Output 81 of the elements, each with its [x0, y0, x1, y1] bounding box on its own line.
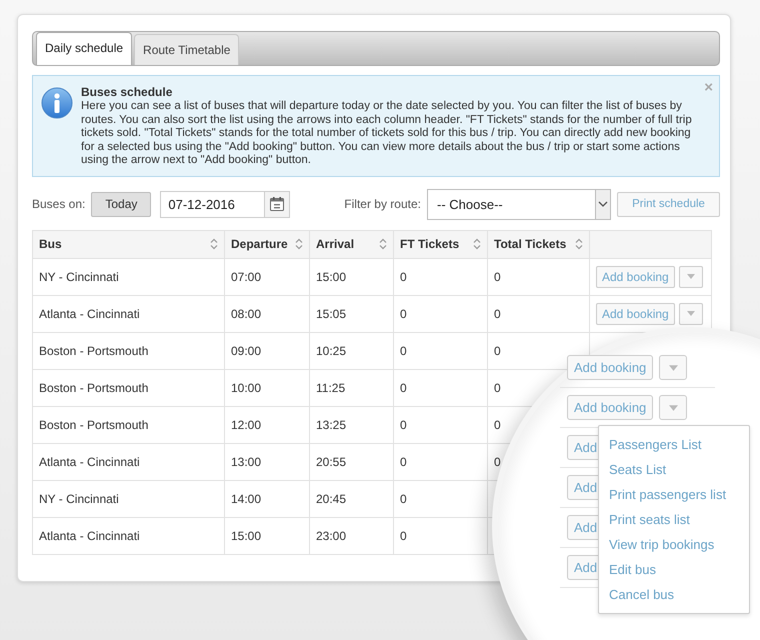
- add-booking-button[interactable]: Add booking: [567, 395, 654, 420]
- table-cell: NY - Cincinnati: [32, 480, 224, 517]
- column-header[interactable]: Departure: [224, 230, 310, 258]
- sort-icon: [295, 238, 303, 250]
- add-booking-button[interactable]: Add: [567, 515, 600, 540]
- add-booking-button[interactable]: Add booking: [567, 355, 654, 380]
- caret-icon: [686, 311, 695, 316]
- info-icon: [41, 87, 73, 119]
- table-cell: 07:00: [224, 258, 310, 295]
- column-header[interactable]: Bus: [32, 230, 224, 258]
- print-schedule-button[interactable]: Print schedule: [617, 192, 720, 216]
- sort-icon: [210, 238, 218, 250]
- caret-icon: [668, 364, 678, 370]
- table-cell: 0: [394, 443, 488, 480]
- table-cell: 0: [394, 258, 488, 295]
- today-button[interactable]: Today: [91, 192, 152, 216]
- table-cell: 13:25: [310, 406, 394, 443]
- menu-item[interactable]: Seats List: [609, 457, 744, 482]
- table-cell: Boston - Portsmouth: [32, 406, 224, 443]
- menu-item[interactable]: Edit bus: [609, 557, 744, 582]
- table-cell: 0: [394, 406, 488, 443]
- column-header[interactable]: Arrival: [310, 230, 394, 258]
- table-cell: 0: [488, 258, 590, 295]
- table-cell: 0: [394, 332, 488, 369]
- table-cell: 10:25: [310, 332, 394, 369]
- column-header[interactable]: Total Tickets: [488, 230, 590, 258]
- table-cell: 14:00: [224, 480, 310, 517]
- table-cell: 12:00: [224, 406, 310, 443]
- dropdown-button[interactable]: [659, 395, 688, 420]
- table-cell: 15:05: [310, 295, 394, 332]
- table-cell: 20:45: [310, 480, 394, 517]
- menu-item[interactable]: Print seats list: [609, 507, 744, 532]
- info-title: Buses schedule: [81, 85, 174, 99]
- sort-icon: [379, 238, 387, 250]
- table-cell: 0: [394, 480, 488, 517]
- caret-icon: [686, 274, 695, 279]
- calendar-button[interactable]: [264, 190, 290, 218]
- table-cell: Boston - Portsmouth: [32, 369, 224, 406]
- column-header[interactable]: FT Tickets: [394, 230, 488, 258]
- close-button[interactable]: ×: [704, 80, 713, 96]
- table-cell: 10:00: [224, 369, 310, 406]
- add-booking-button[interactable]: Add: [567, 475, 600, 500]
- date-field[interactable]: 07-12-2016: [160, 190, 264, 218]
- table-cell: 20:55: [310, 443, 394, 480]
- tab[interactable]: Daily schedule: [36, 32, 132, 65]
- info-text: Here you can see a list of buses that will departure today or the date selected by you. You can filter the list of buses by routes. You can also sort the list using the arrows into each column header. "FT Tickets" stands for the number of full trip tickets sold. "Total Tickets" stands for the total number of tickets sold for this bus / trip. You can directly add new booking for a selected bus using the "Add booking" button. You can view more details about the bus / trip or start some actions using the arrow next to "Add booking" button.: [81, 100, 693, 168]
- table-cell: 0: [394, 369, 488, 406]
- dropdown-button[interactable]: [678, 302, 703, 324]
- sort-icon: [575, 238, 583, 250]
- menu-item[interactable]: View trip bookings: [609, 532, 744, 557]
- table-cell: 15:00: [224, 517, 310, 554]
- table-cell: Atlanta - Cincinnati: [32, 517, 224, 554]
- caret-icon: [668, 404, 678, 410]
- table-cell: NY - Cincinnati: [32, 258, 224, 295]
- buses-on-label: Buses on:: [32, 197, 86, 211]
- table-cell: 08:00: [224, 295, 310, 332]
- table-cell: 23:00: [310, 517, 394, 554]
- menu-item[interactable]: Passengers List: [609, 432, 744, 457]
- dropdown-button[interactable]: [659, 355, 688, 380]
- table-cell: Atlanta - Cincinnati: [32, 295, 224, 332]
- add-booking-button[interactable]: Add booking: [596, 302, 675, 324]
- calendar-icon: [269, 196, 286, 212]
- table-cell: 09:00: [224, 332, 310, 369]
- table-cell: 0: [394, 517, 488, 554]
- dropdown-button[interactable]: [678, 266, 703, 288]
- menu-item[interactable]: Cancel bus: [609, 582, 744, 607]
- filter-label: Filter by route:: [344, 197, 421, 211]
- table-cell: 0: [394, 295, 488, 332]
- route-select[interactable]: -- Choose--: [427, 188, 611, 220]
- table-cell: Atlanta - Cincinnati: [32, 443, 224, 480]
- table-cell: Boston - Portsmouth: [32, 332, 224, 369]
- tab[interactable]: Route Timetable: [134, 34, 240, 65]
- add-booking-button[interactable]: Add booking: [596, 266, 675, 288]
- chevron-down-icon: [598, 201, 608, 207]
- add-booking-button[interactable]: Add: [567, 555, 600, 580]
- menu-item[interactable]: Print passengers list: [609, 482, 744, 507]
- table-cell: 13:00: [224, 443, 310, 480]
- sort-icon: [473, 238, 481, 250]
- add-booking-button[interactable]: Add: [567, 435, 600, 460]
- table-cell: 11:25: [310, 369, 394, 406]
- table-cell: 15:00: [310, 258, 394, 295]
